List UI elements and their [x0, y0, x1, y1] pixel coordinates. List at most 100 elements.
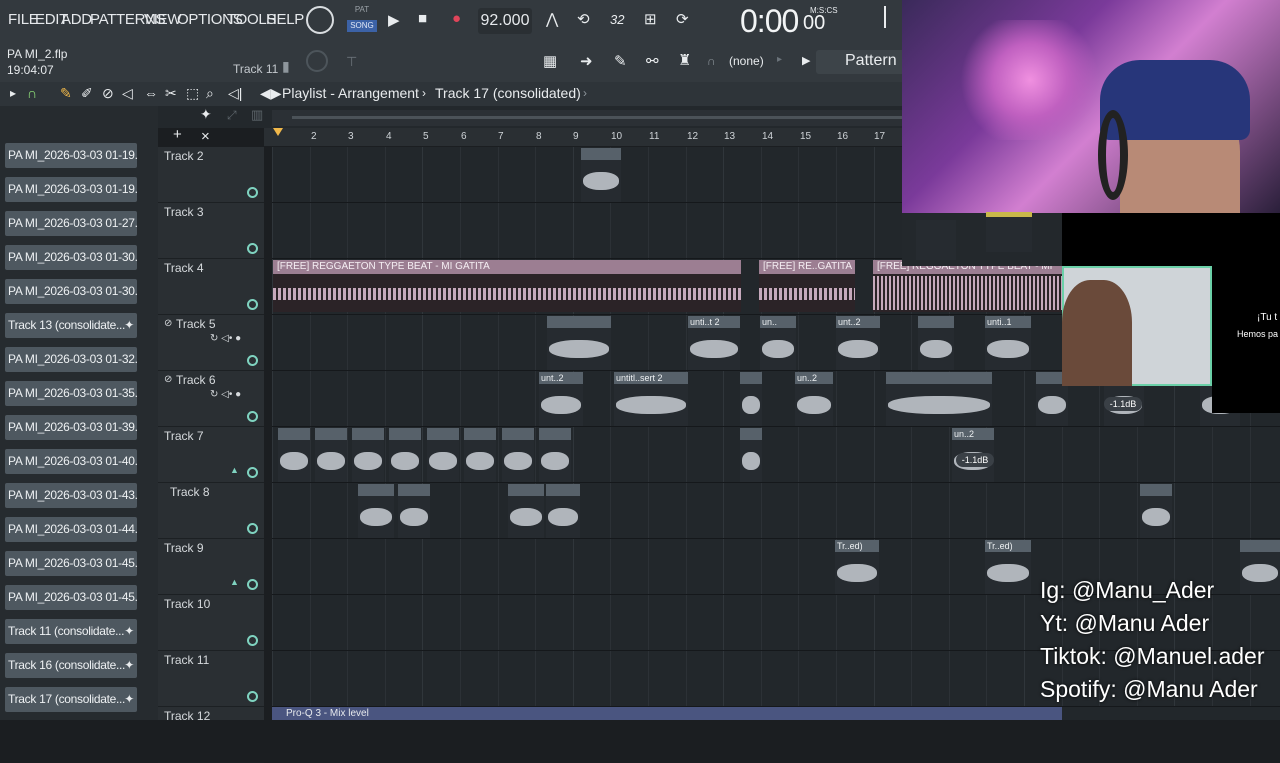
clip-header[interactable] [546, 484, 580, 496]
magnet-snap-icon[interactable]: ∩ [27, 85, 37, 101]
clip-header[interactable]: [FREE] RE..GATITA [759, 260, 855, 274]
clip-header[interactable]: Tr..ed) [835, 540, 879, 552]
browser-item[interactable]: PA MI_2026-03-03 01-19... [5, 177, 137, 202]
clip-header[interactable] [398, 484, 430, 496]
clip-header[interactable]: unti..t 2 [688, 316, 740, 328]
browser-item[interactable]: PA MI_2026-03-03 01-27... [5, 211, 137, 236]
track-header[interactable]: Track 10 [158, 595, 264, 651]
paint-tool-icon[interactable]: ✐ [81, 85, 93, 102]
slice-tool-icon[interactable]: ✂ [165, 85, 177, 102]
browser-item[interactable]: Track 11 (consolidate... ✦ [5, 619, 137, 644]
track-led[interactable] [247, 299, 258, 310]
browser-item[interactable]: PA MI_2026-03-03 01-39... [5, 415, 137, 440]
track-led[interactable] [247, 579, 258, 590]
clip-header[interactable] [389, 428, 421, 440]
track-header[interactable]: Track 3 [158, 203, 264, 259]
clip-header[interactable] [315, 428, 347, 440]
clip-header[interactable] [1140, 484, 1172, 496]
clip-header[interactable] [358, 484, 394, 496]
clip-header[interactable] [581, 148, 621, 160]
clip-header[interactable] [508, 484, 544, 496]
mixer-icon[interactable]: ♜ [678, 51, 691, 69]
pin-icon[interactable]: ⊤ [346, 54, 357, 70]
arm-up-icon[interactable]: ▲ [230, 577, 239, 587]
delete-tool-icon[interactable]: ⊘ [102, 85, 114, 102]
tempo-display[interactable]: 92.000 [478, 8, 532, 34]
record-icon[interactable]: ● [452, 10, 461, 27]
track-led[interactable] [247, 243, 258, 254]
link-icon[interactable]: ⚯ [646, 52, 659, 70]
browser-item[interactable]: Track 17 (consolidate... ✦ [5, 687, 137, 712]
breadcrumb-view[interactable]: Playlist - Arrangement [282, 85, 419, 101]
track-header[interactable]: Track 2 [158, 147, 264, 203]
master-volume-knob[interactable] [306, 6, 334, 34]
menu-item[interactable]: VIEW [144, 11, 181, 28]
piano-roll-icon[interactable]: ▦ [543, 52, 557, 70]
browser-item[interactable]: Track 13 (consolidate... ✦ [5, 313, 137, 338]
clip-header[interactable]: untitl..sert 2 [614, 372, 688, 384]
menu-item[interactable]: ADD [61, 11, 92, 28]
menu-item[interactable]: FILE [8, 11, 39, 28]
countdown-icon[interactable]: 32 [610, 12, 624, 27]
track-led[interactable] [247, 187, 258, 198]
add-track-icon[interactable]: + [173, 126, 182, 143]
clip-header[interactable] [918, 316, 954, 328]
track-controls[interactable]: ↻ ◁• ● [210, 333, 241, 344]
track-led[interactable] [247, 467, 258, 478]
browser-item[interactable]: PA MI_2026-03-03 01-35... [5, 381, 137, 406]
playhead-marker[interactable] [273, 128, 283, 136]
clip-header[interactable] [886, 372, 992, 384]
automation-clip[interactable] [986, 212, 1032, 252]
clip-header[interactable] [464, 428, 496, 440]
browser-item[interactable]: PA MI_2026-03-03 01-43... [5, 483, 137, 508]
select-tool-icon[interactable]: ⬚ [186, 85, 199, 102]
clip-header[interactable] [502, 428, 534, 440]
slip-tool-icon[interactable]: ⇔ [144, 85, 158, 101]
clip-header[interactable]: Tr..ed) [985, 540, 1031, 552]
arm-up-icon[interactable]: ▲ [230, 465, 239, 475]
clip-header[interactable]: un..2 [795, 372, 833, 384]
loop-record-icon[interactable]: ⟳ [676, 10, 689, 28]
clip-header[interactable]: un.. [760, 316, 796, 328]
playback-tool-icon[interactable]: ◁| [228, 85, 242, 102]
clip-header[interactable]: unt..2 [836, 316, 880, 328]
clip-header[interactable] [740, 372, 762, 384]
track-header[interactable]: Track 7 ▲ [158, 427, 264, 483]
clip-header[interactable] [740, 428, 762, 440]
breadcrumb-next-icon[interactable]: › [583, 86, 587, 100]
overview-scrollbar[interactable] [292, 116, 902, 119]
browser-item[interactable]: PA MI_2026-03-03 01-30... [5, 279, 137, 304]
playlist-menu-icon[interactable]: ▸ [10, 86, 16, 100]
menu-item[interactable]: HELP [266, 11, 304, 28]
clip-header[interactable] [1240, 540, 1280, 552]
close-icon[interactable]: × [201, 128, 210, 145]
browser-item[interactable]: PA MI_2026-03-03 01-30... [5, 245, 137, 270]
track-led[interactable] [247, 411, 258, 422]
mute-icon[interactable]: ⊘ [164, 374, 172, 385]
plugin-picker-icon[interactable]: ✎ [614, 52, 627, 70]
track-header[interactable]: Track 8 [158, 483, 264, 539]
track-header[interactable]: Track 12 [158, 707, 264, 763]
channel-selector[interactable]: (none) [729, 54, 764, 68]
track-header[interactable]: Track 9 ▲ [158, 539, 264, 595]
plugin-status-bar[interactable] [272, 707, 1062, 720]
grid-small-icon[interactable]: ▥ [251, 107, 263, 123]
arrangement-arrows-icon[interactable]: ◀▶ [260, 85, 282, 102]
metronome-icon[interactable]: ⋀ [546, 10, 558, 28]
clip-header[interactable]: unt..2 [539, 372, 583, 384]
browser-item[interactable]: PA MI_2026-03-03 01-44... [5, 517, 137, 542]
clip-header[interactable]: [FREE] REGGAETON TYPE BEAT - MI GATITA [273, 260, 741, 274]
audio-clip[interactable] [916, 220, 956, 260]
pat-mode-label[interactable]: PAT [348, 5, 376, 18]
clip-header[interactable] [547, 316, 611, 328]
track-header[interactable]: Track 6 ⊘ ↻ ◁• ● [158, 371, 264, 427]
play-icon[interactable]: ▶ [388, 11, 400, 29]
clip-header[interactable] [278, 428, 310, 440]
audio-icon[interactable]: ✦ [200, 106, 212, 123]
browser-item[interactable]: Track 16 (consolidate... ✦ [5, 653, 137, 678]
track-led[interactable] [247, 691, 258, 702]
wait-for-input-icon[interactable]: ⟲ [577, 10, 590, 28]
pencil-small-icon[interactable]: ⤢ [227, 108, 237, 123]
browser-item[interactable]: PA MI_2026-03-03 01-45... [5, 551, 137, 576]
track-header[interactable]: Track 11 [158, 651, 264, 707]
